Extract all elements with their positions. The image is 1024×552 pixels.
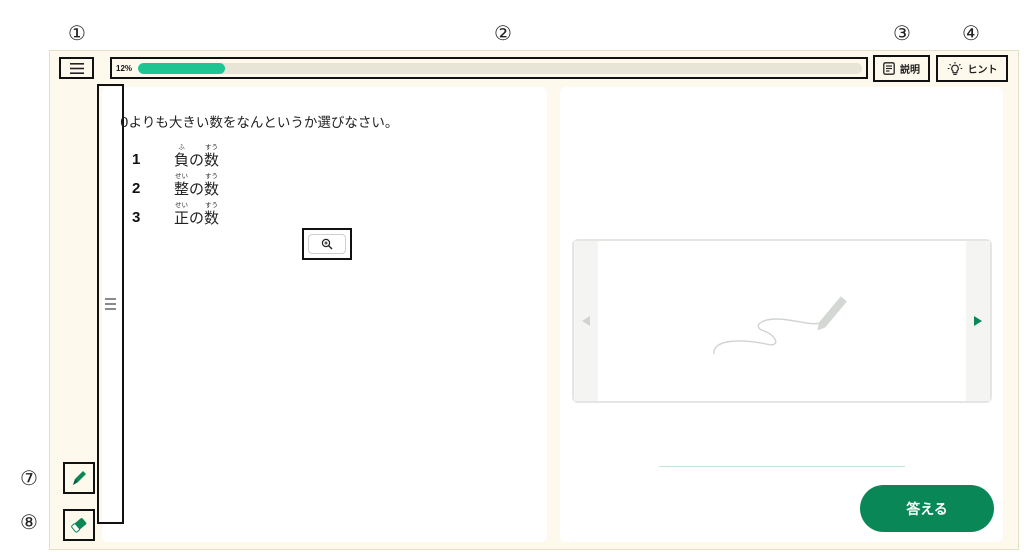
choice-number: 2 (132, 180, 141, 197)
pen-doodle-icon (713, 296, 847, 355)
ruby: ふ (178, 143, 185, 151)
callout-3: ③ (893, 21, 911, 45)
question-text: 0よりも大きい数をなんというか選びなさい。 (120, 115, 399, 131)
caret-left-icon (582, 316, 590, 326)
choice-kanji: 負 (174, 151, 190, 169)
choice-particle: の (189, 151, 205, 169)
choice-kanji: 整 (174, 180, 190, 198)
highlight-pen (63, 462, 95, 494)
handwriting-pad[interactable] (572, 239, 992, 403)
callout-7: ⑦ (20, 466, 38, 490)
choice-kanji: 数 (204, 209, 220, 227)
choice-particle: の (189, 180, 205, 198)
callout-8: ⑧ (20, 510, 38, 534)
highlight-eraser (63, 509, 95, 541)
choice-3[interactable]: 3 せい正 の すう数 (132, 201, 219, 227)
choice-number: 1 (132, 151, 141, 168)
callout-1: ① (68, 21, 86, 45)
choice-kanji: 数 (204, 180, 220, 198)
answer-underline (659, 466, 905, 467)
callout-2: ② (494, 21, 512, 45)
ruby: すう (205, 143, 219, 151)
ruby: すう (205, 201, 219, 209)
highlight-drawer (97, 84, 124, 524)
highlight-zoom (302, 228, 352, 260)
next-page-button[interactable] (966, 241, 990, 401)
highlight-explain (873, 55, 930, 82)
choice-number: 3 (132, 209, 141, 226)
prev-page-button[interactable] (574, 241, 598, 401)
highlight-menu (59, 57, 94, 79)
answer-button[interactable]: 答える (860, 485, 994, 532)
caret-right-icon (974, 316, 982, 326)
callout-4: ④ (962, 21, 980, 45)
choice-kanji: 数 (204, 151, 220, 169)
highlight-progress (110, 57, 868, 79)
choice-1[interactable]: 1 ふ負 の すう数 (132, 143, 219, 169)
highlight-hint (936, 55, 1008, 82)
ruby: せい (175, 201, 188, 209)
choice-2[interactable]: 2 せい整 の すう数 (132, 172, 219, 198)
ruby: すう (205, 172, 219, 180)
choice-particle: の (189, 209, 205, 227)
choice-kanji: 正 (174, 209, 190, 227)
ruby: せい (175, 172, 188, 180)
